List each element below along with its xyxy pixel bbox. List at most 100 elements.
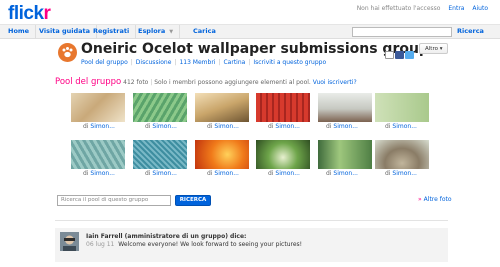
discussion-message-line: 06 lug 11 Welcome everyone! We look forw… [86,241,302,248]
green-leaf-photo[interactable] [133,93,187,122]
subnav-map[interactable]: Cartina [223,59,245,66]
photo-caption: di Simon... [385,170,417,177]
author-link[interactable]: Simon... [275,123,300,130]
facebook-icon[interactable] [395,50,404,59]
caption-prefix: di [268,170,274,177]
photo-caption: di Simon... [83,170,115,177]
nav-explore[interactable]: Esplora ▼ [132,25,181,39]
group-subnav: Pool del gruppo | Discussione | 113 Membri | C… [81,59,326,66]
pool-note: Solo i membri possono aggiungere element… [154,79,311,86]
author-link[interactable]: Simon... [90,170,115,177]
pool-count: 412 foto [123,79,149,86]
discussion-author: Iain Farrell (amministratore di un grupp… [86,233,247,240]
nav-signup[interactable]: Registrati [87,25,137,39]
nav-signup-label: Registrati [93,27,130,35]
photo-caption: di Simon... [326,170,358,177]
discussion-message: Welcome everyone! We look forward to see… [118,241,303,248]
caption-prefix: di [83,170,89,177]
pool-search-input[interactable]: Ricerca il pool di questo gruppo [57,195,171,206]
subnav-discussion[interactable]: Discussione [136,59,172,66]
nav-home-label: Home [8,27,30,35]
nav-home[interactable]: Home [2,25,37,39]
pool-title[interactable]: Pool del gruppo [55,77,121,87]
subnav-pool[interactable]: Pool del gruppo [81,59,128,66]
author-link[interactable]: Simon... [275,170,300,177]
photo-caption: di Simon... [145,170,177,177]
author-link[interactable]: Simon... [214,170,239,177]
photo-caption: di Simon... [207,123,239,130]
double-chevron-right-icon: » [418,196,422,203]
photo-caption: di Simon... [268,123,300,130]
logo-text-main: flick [8,3,44,24]
separator: | [150,79,153,86]
red-grid-photo[interactable] [256,93,310,122]
nav-explore-label: Esplora [138,27,166,35]
site-search-button[interactable]: Ricerca [457,25,484,39]
join-link[interactable]: Vuoi iscriverti? [313,79,357,86]
logo-text-accent: r [43,3,51,24]
divider [55,220,448,221]
paw-icon [62,47,73,58]
author-link[interactable]: Simon... [333,123,358,130]
curved-architecture-photo[interactable] [195,93,249,122]
twitter-icon[interactable] [405,50,414,59]
nav-upload-label: Carica [193,27,216,35]
signin-link[interactable]: Entra [448,5,464,12]
utility-links: Non hai effettuato l'accesso Entra Aiuto [357,5,488,12]
group-avatar[interactable] [58,43,77,62]
photo-caption: di Simon... [385,123,417,130]
signed-out-text: Non hai effettuato l'accesso [356,5,441,12]
caption-prefix: di [268,123,274,130]
pool-header: Pool del gruppo 412 foto | Solo i membri… [55,77,357,87]
caption-prefix: di [145,123,151,130]
caption-prefix: di [326,170,332,177]
chevron-down-icon[interactable]: ▼ [169,29,173,35]
separator: | [174,59,177,66]
photo-caption: di Simon... [83,123,115,130]
nav-upload[interactable]: Carica [187,25,222,39]
photo-caption: di Simon... [326,123,358,130]
tan-grass-photo[interactable] [71,93,125,122]
more-photos-label: Altre foto [423,196,452,203]
help-link[interactable]: Aiuto [472,5,488,12]
caption-prefix: di [326,123,332,130]
subnav-join[interactable]: Iscriviti a questo gruppo [253,59,326,66]
caption-prefix: di [385,170,391,177]
author-link[interactable]: Simon... [392,123,417,130]
author-link[interactable]: Simon... [152,170,177,177]
more-dropdown[interactable]: Altro ▾ [419,43,449,54]
caption-prefix: di [385,123,391,130]
author-link[interactable]: Simon... [333,170,358,177]
blue-texture-photo[interactable] [133,140,187,169]
orange-flame-photo[interactable] [195,140,249,169]
author-link[interactable]: Simon... [152,123,177,130]
flickr-logo[interactable]: flickr [8,3,51,25]
pool-search-button[interactable]: RICERCA [175,195,211,206]
more-dropdown-label: Altro [425,46,438,52]
hedgehog-photo[interactable] [375,140,429,169]
page-title: Oneiric Ocelot wallpaper submissions gro… [81,41,429,57]
author-link[interactable]: Simon... [90,123,115,130]
subnav-members[interactable]: 113 Membri [179,59,215,66]
teal-leaf-photo[interactable] [71,140,125,169]
pale-green-photo[interactable] [375,93,429,122]
more-photos-link[interactable]: » Altre foto [418,196,452,203]
discussion-date: 06 lug 11 [86,241,115,248]
author-link[interactable]: Simon... [392,170,417,177]
author-link[interactable]: Simon... [214,123,239,130]
nav-tour-label: Visita guidata [39,27,91,35]
photo-caption: di Simon... [207,170,239,177]
separator: | [130,59,133,66]
caption-prefix: di [145,170,151,177]
green-sprout-photo[interactable] [256,140,310,169]
photo-caption: di Simon... [145,123,177,130]
photo-caption: di Simon... [268,170,300,177]
site-search-input[interactable] [352,27,452,37]
caption-prefix: di [207,170,213,177]
green-stem-photo[interactable] [318,140,372,169]
discussion-item: Iain Farrell (amministratore di un grupp… [55,228,448,262]
avatar[interactable] [60,232,79,251]
email-icon[interactable] [385,50,394,59]
pagoda-photo[interactable] [318,93,372,122]
caption-prefix: di [83,123,89,130]
